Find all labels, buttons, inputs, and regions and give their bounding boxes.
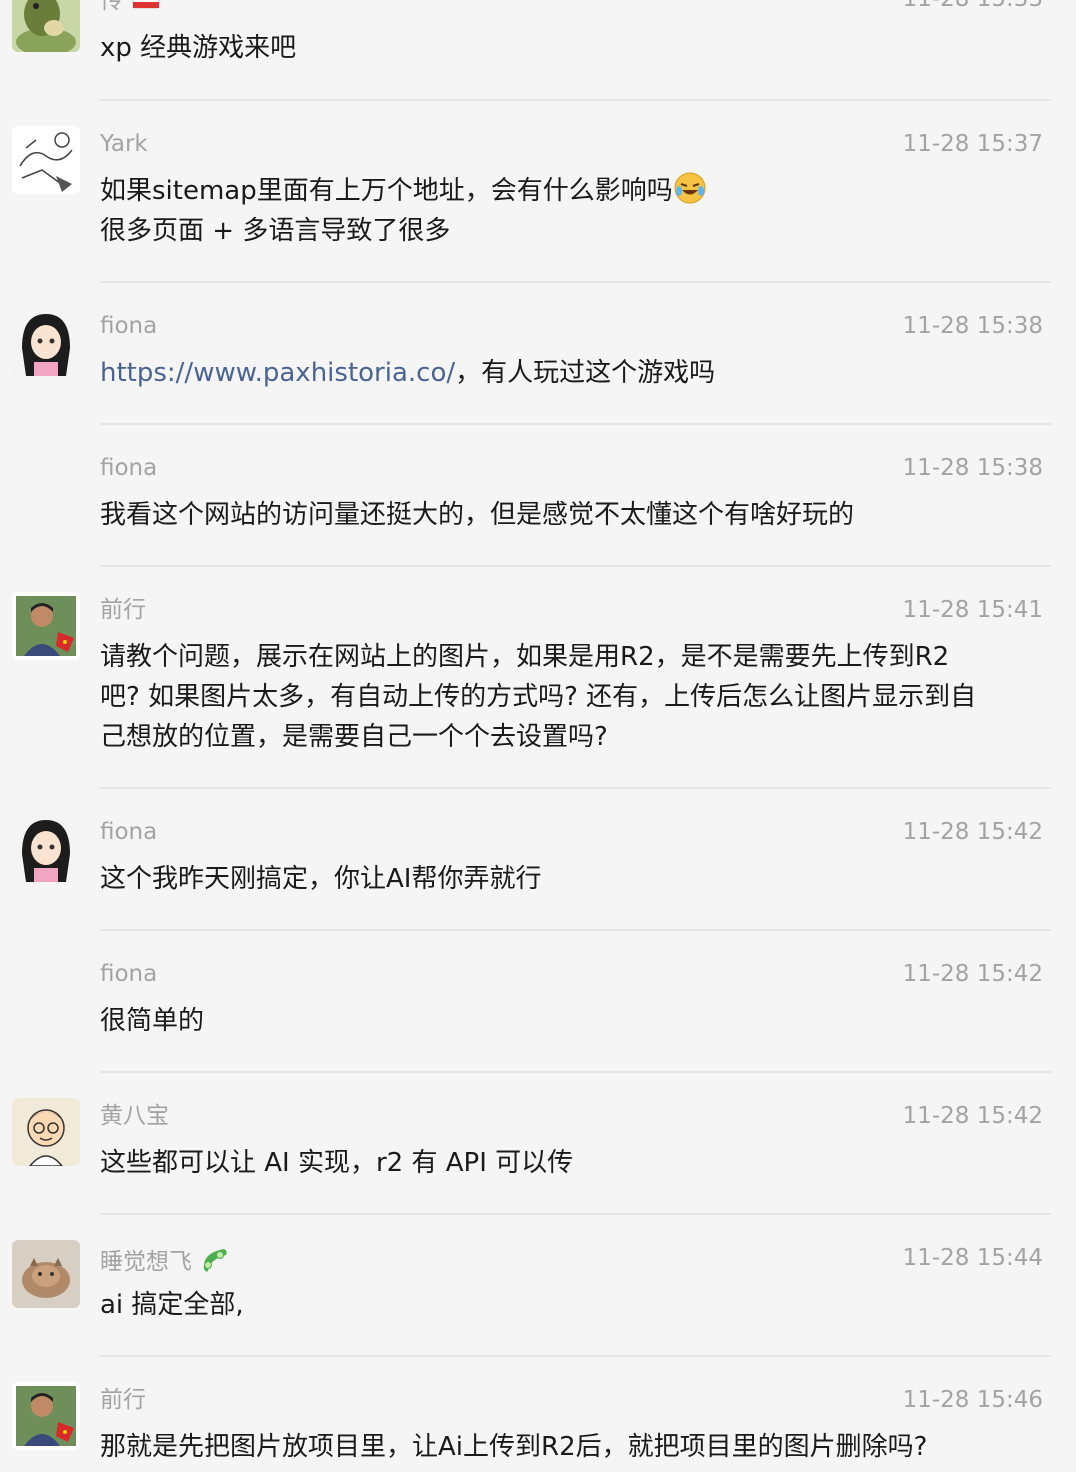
message-text[interactable]: 如果sitemap里面有上万个地址，会有什么影响吗 很多页面 + 多语言导致了很… xyxy=(100,171,1055,251)
message-divider xyxy=(100,281,1051,283)
flag-emoji-icon xyxy=(131,0,161,14)
avatar-cartoon-glasses[interactable] xyxy=(12,1098,80,1166)
message-link[interactable]: https://www.paxhistoria.co/ xyxy=(100,358,455,388)
sender-name[interactable]: 前行 xyxy=(100,595,146,625)
message-time: 11-28 15:41 xyxy=(902,597,1043,623)
message-divider xyxy=(100,1071,1051,1073)
message-divider xyxy=(100,99,1051,101)
message-text[interactable]: https://www.paxhistoria.co/，有人玩过这个游戏吗 xyxy=(100,353,1055,393)
message-time: 11-28 15:42 xyxy=(902,819,1043,845)
message-text[interactable]: 这个我昨天刚搞定，你让AI帮你弄就行 xyxy=(100,859,1055,899)
message-divider xyxy=(100,787,1051,789)
avatar-anime-girl[interactable] xyxy=(12,814,80,882)
message-text[interactable]: 那就是先把图片放项目里，让Ai上传到R2后，就把项目里的图片删除吗? xyxy=(100,1427,1055,1467)
cucumber-emoji-icon xyxy=(198,1243,230,1275)
message-text[interactable]: xp 经典游戏来吧 xyxy=(100,28,1055,68)
sender-name[interactable]: 睡觉想飞 xyxy=(100,1243,230,1277)
sender-name[interactable]: fiona xyxy=(100,453,157,483)
sender-name[interactable]: 前行 xyxy=(100,1385,146,1415)
message-divider xyxy=(100,1213,1051,1215)
message-time: 11-28 15:33 xyxy=(903,0,1043,14)
avatar-cat-photo[interactable] xyxy=(12,1240,80,1308)
avatar-sketch[interactable] xyxy=(12,126,80,194)
message-text[interactable]: 我看这个网站的访问量还挺大的，但是感觉不太懂这个有啥好玩的 xyxy=(100,495,1055,535)
sender-name[interactable]: Yark xyxy=(100,129,148,159)
message-text[interactable]: 很简单的 xyxy=(100,1001,1055,1041)
message-divider xyxy=(100,423,1051,425)
message-time: 11-28 15:38 xyxy=(902,455,1043,481)
sender-name[interactable]: fiona xyxy=(100,817,157,847)
message-divider xyxy=(100,929,1051,931)
message-text[interactable]: ai 搞定全部, xyxy=(100,1285,1055,1325)
sender-name[interactable]: 传 xyxy=(100,0,161,16)
sender-name[interactable]: fiona xyxy=(100,311,157,341)
chat-message-list: 传 11-28 15:33 xp 经典游戏来吧 Yark 11-28 15:37… xyxy=(0,0,1076,1472)
avatar-photo-man[interactable] xyxy=(12,1382,80,1450)
avatar-dinosaur[interactable] xyxy=(12,0,80,52)
message-text[interactable]: 这些都可以让 AI 实现，r2 有 API 可以传 xyxy=(100,1143,1055,1183)
message-time: 11-28 15:38 xyxy=(902,313,1043,339)
message-time: 11-28 15:37 xyxy=(902,131,1043,157)
message-divider xyxy=(100,1355,1051,1357)
message-time: 11-28 15:44 xyxy=(902,1245,1043,1271)
avatar-photo-man[interactable] xyxy=(12,592,80,660)
message-time: 11-28 15:46 xyxy=(902,1387,1043,1413)
crying-laughing-emoji-icon xyxy=(673,171,707,205)
message-divider xyxy=(100,565,1051,567)
sender-name[interactable]: 黄八宝 xyxy=(100,1101,169,1131)
message-time: 11-28 15:42 xyxy=(902,1103,1043,1129)
sender-name[interactable]: fiona xyxy=(100,959,157,989)
message-text[interactable]: 请教个问题，展示在网站上的图片，如果是用R2，是不是需要先上传到R2 吧? 如果… xyxy=(100,637,1055,757)
message-time: 11-28 15:42 xyxy=(902,961,1043,987)
avatar-anime-girl[interactable] xyxy=(12,308,80,376)
